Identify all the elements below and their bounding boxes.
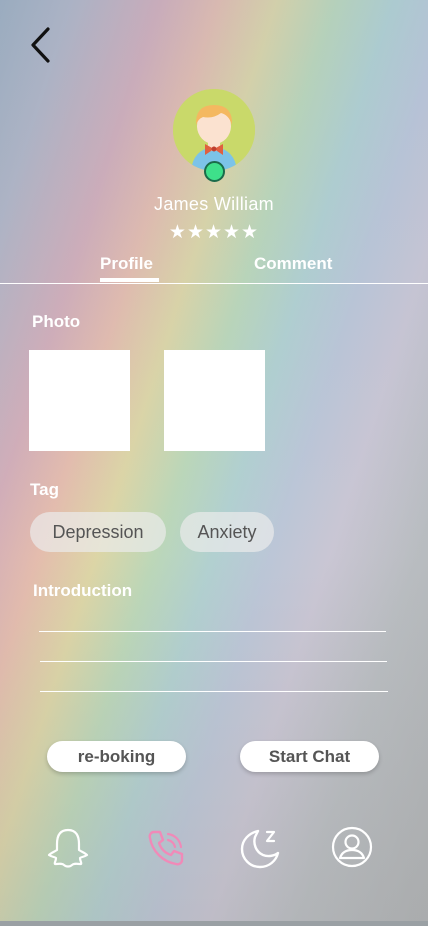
home-indicator-bar	[0, 921, 428, 926]
photo-thumbnail[interactable]	[29, 350, 130, 451]
sleep-moon-icon[interactable]	[238, 826, 280, 869]
introduction-line	[39, 631, 386, 632]
start-chat-button[interactable]: Start Chat	[240, 741, 379, 772]
user-icon[interactable]	[331, 826, 373, 868]
photo-section-title: Photo	[32, 312, 81, 331]
user-avatar-illustration	[173, 89, 255, 171]
chevron-left-icon	[31, 27, 50, 63]
profile-tabs: Profile Comment	[0, 252, 428, 284]
introduction-section-title: Introduction	[33, 581, 133, 600]
photo-thumbnail[interactable]	[164, 350, 265, 451]
introduction-line	[40, 661, 387, 662]
ghost-icon[interactable]	[46, 826, 89, 868]
tag-chip-depression[interactable]: Depression	[30, 512, 166, 552]
tab-comment[interactable]: Comment	[254, 254, 332, 274]
tab-profile[interactable]: Profile	[100, 254, 153, 274]
active-tab-indicator	[100, 278, 159, 282]
user-name: James William	[154, 194, 274, 214]
introduction-line	[40, 691, 388, 692]
rebook-button[interactable]: re-boking	[47, 741, 186, 772]
rating-stars: ★★★★★	[168, 222, 260, 243]
back-button[interactable]	[22, 24, 58, 66]
tag-chip-anxiety[interactable]: Anxiety	[180, 512, 274, 552]
online-status-indicator	[204, 161, 225, 182]
tag-section-title: Tag	[30, 480, 59, 499]
avatar	[173, 89, 255, 171]
phone-icon[interactable]	[144, 826, 186, 868]
